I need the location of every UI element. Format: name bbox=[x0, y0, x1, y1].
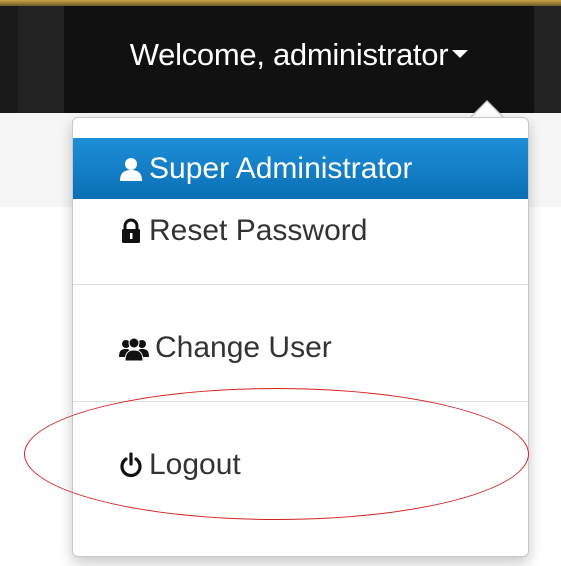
menu-item-label: Reset Password bbox=[149, 213, 368, 247]
menu-item-label: Super Administrator bbox=[149, 151, 413, 185]
top-navbar: Welcome, administrator bbox=[0, 0, 561, 113]
menu-item-label: Logout bbox=[149, 447, 241, 481]
user-dropdown-menu: Super Administrator Reset Password Chang… bbox=[72, 117, 529, 557]
menu-item-change-user[interactable]: Change User bbox=[73, 317, 528, 378]
page: Welcome, administrator Super Administrat… bbox=[0, 0, 561, 566]
menu-item-super-administrator[interactable]: Super Administrator bbox=[73, 138, 528, 199]
menu-item-logout[interactable]: Logout bbox=[73, 434, 528, 495]
menu-item-label: Change User bbox=[155, 330, 332, 364]
navbar-left-segment bbox=[0, 6, 18, 113]
lock-icon bbox=[119, 218, 143, 244]
caret-down-icon bbox=[452, 50, 469, 59]
menu-item-reset-password[interactable]: Reset Password bbox=[73, 200, 528, 261]
user-menu-toggle[interactable]: Welcome, administrator bbox=[64, 6, 534, 113]
menu-divider bbox=[73, 284, 528, 285]
menu-divider bbox=[73, 401, 528, 402]
power-icon bbox=[119, 451, 143, 478]
users-icon bbox=[119, 335, 149, 361]
dropdown-pointer-fill bbox=[471, 102, 503, 118]
user-menu-text: Welcome, administrator bbox=[129, 36, 449, 72]
user-menu-label: Welcome, administrator bbox=[129, 36, 469, 73]
user-icon bbox=[119, 156, 143, 182]
